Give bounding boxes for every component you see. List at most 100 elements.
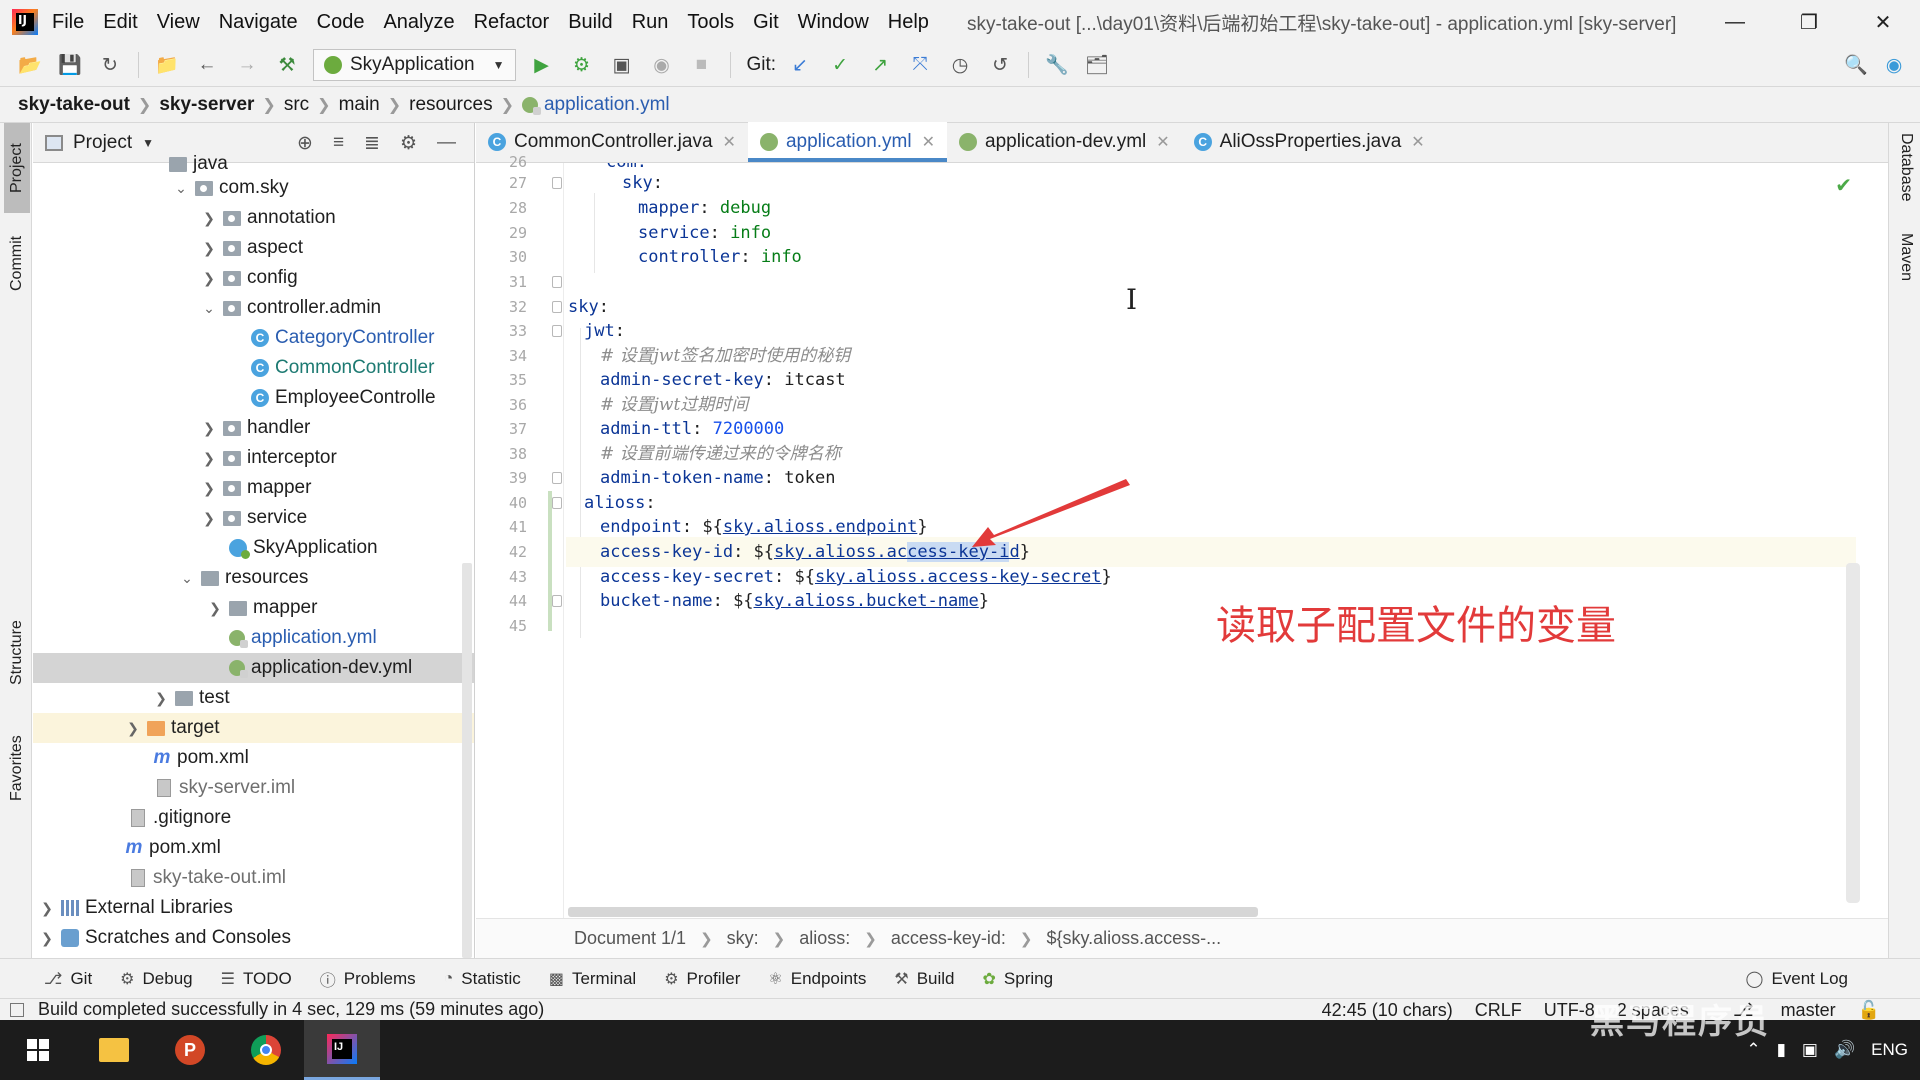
build-tool-button[interactable]: ⚒ Build xyxy=(894,969,954,989)
menu-edit[interactable]: Edit xyxy=(103,11,137,34)
tab-alioss-properties[interactable]: C AliOssProperties.java ✕ xyxy=(1182,122,1437,162)
fold-marker-icon[interactable] xyxy=(552,595,562,607)
tray-volume-icon[interactable]: 🔊 xyxy=(1834,1040,1855,1060)
menu-file[interactable]: File xyxy=(52,11,84,34)
problems-tool-button[interactable]: ⓘ Problems xyxy=(320,967,416,991)
profile-icon[interactable]: ◉ xyxy=(648,51,676,79)
profiler-tool-button[interactable]: ⚙ Profiler xyxy=(664,969,740,989)
project-tool-tab[interactable]: Project xyxy=(4,123,30,213)
tray-chevron-up-icon[interactable]: ⌃ xyxy=(1746,1040,1760,1060)
chevron-right-icon[interactable]: ❯ xyxy=(39,900,55,917)
tree-item[interactable]: ⌄ resources xyxy=(33,563,474,593)
commit-tool-tab[interactable]: Commit xyxy=(4,223,30,303)
tree-item[interactable]: ⌄ com.sky xyxy=(33,173,474,203)
statistic-tool-button[interactable]: ◔ Statistic xyxy=(444,969,521,989)
fold-marker-icon[interactable] xyxy=(552,177,562,189)
tree-item[interactable]: ❯ handler xyxy=(33,413,474,443)
menu-help[interactable]: Help xyxy=(888,11,929,34)
project-scrollbar[interactable] xyxy=(462,563,472,958)
tree-item[interactable]: SkyApplication xyxy=(33,533,474,563)
tool-window-toggle-icon[interactable] xyxy=(10,1002,24,1017)
sync-icon[interactable]: ↻ xyxy=(96,51,124,79)
project-folder-icon[interactable]: 📁 xyxy=(153,51,181,79)
save-icon[interactable]: 💾 xyxy=(56,51,84,79)
file-encoding[interactable]: UTF-8 xyxy=(1544,1000,1595,1021)
close-icon[interactable]: ✕ xyxy=(922,132,935,152)
yaml-reference[interactable]: sky.alioss.bucket-name xyxy=(754,591,979,611)
chevron-right-icon[interactable]: ❯ xyxy=(125,720,141,737)
forward-arrow-icon[interactable]: → xyxy=(233,51,261,79)
chevron-right-icon[interactable]: ❯ xyxy=(201,270,217,287)
chevron-down-icon[interactable]: ⌄ xyxy=(201,300,217,317)
git-update-icon[interactable]: ↙ xyxy=(786,51,814,79)
breadcrumb-item[interactable]: main xyxy=(339,94,380,116)
project-structure-icon[interactable]: 🗂 xyxy=(1083,51,1111,79)
chevron-down-icon[interactable]: ⌄ xyxy=(173,180,189,197)
vcs-change-marker[interactable] xyxy=(548,491,552,631)
tree-item[interactable]: C CategoryController xyxy=(33,323,474,353)
fold-marker-icon[interactable] xyxy=(552,497,562,509)
fold-marker-icon[interactable] xyxy=(552,276,562,288)
caret-position[interactable]: 42:45 (10 chars) xyxy=(1322,1000,1453,1021)
breadcrumb-item[interactable]: resources xyxy=(409,94,492,116)
tree-item[interactable]: ❯ target xyxy=(33,713,474,743)
plugin-icon[interactable]: ◉ xyxy=(1880,51,1908,79)
search-icon[interactable]: 🔍 xyxy=(1842,51,1870,79)
close-icon[interactable]: ✕ xyxy=(723,132,736,152)
menu-code[interactable]: Code xyxy=(317,11,365,34)
menu-navigate[interactable]: Navigate xyxy=(219,11,298,34)
tree-item[interactable]: application-dev.yml xyxy=(33,653,474,683)
open-folder-icon[interactable]: 📂 xyxy=(16,51,44,79)
chevron-right-icon[interactable]: ❯ xyxy=(39,930,55,947)
settings-wrench-icon[interactable]: 🔧 xyxy=(1043,51,1071,79)
editor-crumb[interactable]: access-key-id: xyxy=(891,928,1006,949)
endpoints-tool-button[interactable]: ⚛ Endpoints xyxy=(768,969,866,989)
tree-item[interactable]: ❯ interceptor xyxy=(33,443,474,473)
tree-item[interactable]: C CommonController xyxy=(33,353,474,383)
chevron-right-icon[interactable]: ❯ xyxy=(201,480,217,497)
tree-item[interactable]: application.yml xyxy=(33,623,474,653)
inspection-ok-icon[interactable]: ✔ xyxy=(1835,173,1852,198)
todo-tool-button[interactable]: ☰ TODO xyxy=(221,969,292,989)
tree-item[interactable]: ❯ test xyxy=(33,683,474,713)
tree-item[interactable]: m pom.xml xyxy=(33,743,474,773)
tab-application-dev-yml[interactable]: application-dev.yml ✕ xyxy=(947,122,1182,162)
menu-refactor[interactable]: Refactor xyxy=(474,11,550,34)
terminal-tool-button[interactable]: ▩ Terminal xyxy=(549,969,636,989)
close-icon[interactable]: ✕ xyxy=(1846,0,1920,44)
tab-application-yml[interactable]: application.yml ✕ xyxy=(747,122,948,162)
history-icon[interactable]: ◷ xyxy=(946,51,974,79)
editor-crumb[interactable]: ${sky.alioss.access-... xyxy=(1046,928,1221,949)
debug-tool-button[interactable]: ⚙ Debug xyxy=(120,969,192,989)
breadcrumb-item[interactable]: sky-take-out xyxy=(18,94,130,116)
close-icon[interactable]: ✕ xyxy=(1156,132,1169,152)
git-tool-button[interactable]: ⎇ Git xyxy=(44,969,92,989)
line-separator[interactable]: CRLF xyxy=(1475,1000,1522,1021)
back-arrow-icon[interactable]: ← xyxy=(193,51,221,79)
favorites-tool-tab[interactable]: Favorites xyxy=(4,723,30,813)
tree-item[interactable]: sky-server.iml xyxy=(33,773,474,803)
stop-icon[interactable]: ■ xyxy=(688,51,716,79)
chevron-right-icon[interactable]: ❯ xyxy=(201,420,217,437)
editor-scrollbar[interactable] xyxy=(1846,563,1860,903)
coverage-icon[interactable]: ▣ xyxy=(608,51,636,79)
minimize-icon[interactable]: — xyxy=(1698,0,1772,44)
tree-item[interactable]: m pom.xml xyxy=(33,833,474,863)
yaml-reference[interactable]: sky.alioss.access-key-secret xyxy=(815,567,1102,587)
tree-item[interactable]: .gitignore xyxy=(33,803,474,833)
chevron-right-icon[interactable]: ❯ xyxy=(153,690,169,707)
editor-crumb[interactable]: alioss: xyxy=(799,928,850,949)
maven-tool-tab[interactable]: Maven xyxy=(1893,233,1919,313)
git-merge-icon[interactable]: ⤧ xyxy=(906,51,934,79)
database-tool-tab[interactable]: Database xyxy=(1893,133,1919,223)
tray-network-icon[interactable]: ▣ xyxy=(1802,1040,1818,1060)
menu-build[interactable]: Build xyxy=(568,11,612,34)
yaml-reference[interactable]: sky.alioss.endpoint xyxy=(723,517,917,537)
taskbar-powerpoint[interactable]: P xyxy=(152,1020,228,1080)
menu-git[interactable]: Git xyxy=(753,11,779,34)
tree-item[interactable]: ❯ mapper xyxy=(33,473,474,503)
run-icon[interactable]: ▶ xyxy=(528,51,556,79)
tree-item[interactable]: sky-take-out.iml xyxy=(33,863,474,893)
start-button[interactable] xyxy=(0,1020,76,1080)
yaml-reference[interactable]: sky.alioss.ac xyxy=(774,542,907,562)
